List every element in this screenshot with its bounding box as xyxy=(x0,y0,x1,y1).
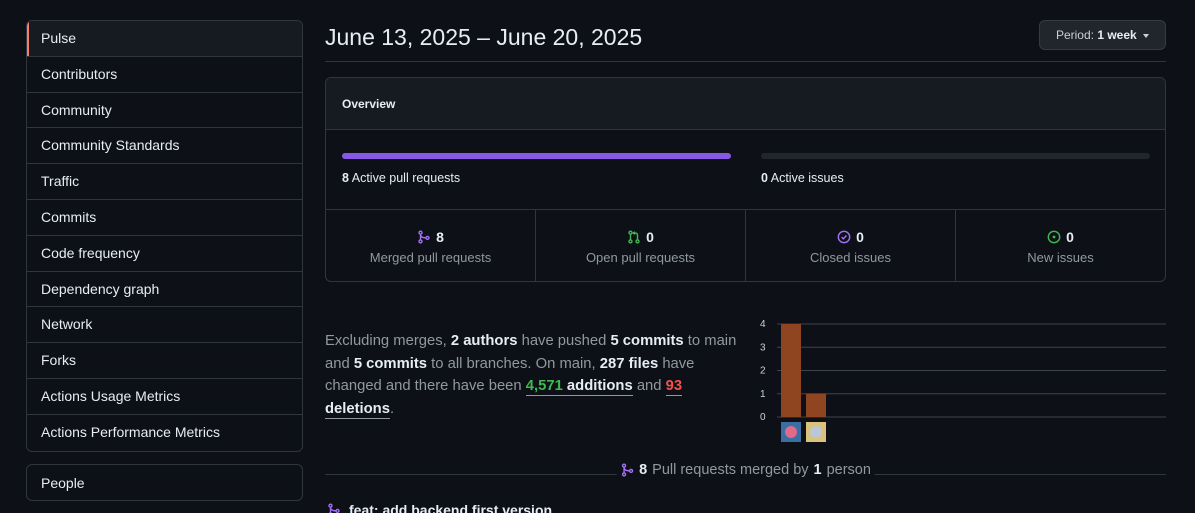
stat-open-prs[interactable]: 0 Open pull requests xyxy=(536,210,746,281)
summary-text: Excluding merges, xyxy=(325,333,447,349)
period-dropdown-button[interactable]: Period: 1 week xyxy=(1039,20,1166,50)
merged-count: 8 xyxy=(639,462,648,478)
overview-title: Overview xyxy=(326,78,1165,130)
chart-bar[interactable] xyxy=(781,324,801,417)
page-title: June 13, 2025 – June 20, 2025 xyxy=(325,24,643,50)
sidebar-item-community-standards[interactable]: Community Standards xyxy=(27,128,302,165)
sidebar-item-actions-performance-metrics[interactable]: Actions Performance Metrics xyxy=(27,415,302,451)
files-count: 287 files xyxy=(599,355,659,372)
insights-sidebar: Pulse Contributors Community Community Stan… xyxy=(26,20,303,452)
merge-icon xyxy=(418,230,430,244)
authors-count: 2 authors xyxy=(450,333,518,349)
active-prs-bar-fill xyxy=(342,153,731,159)
chart-y-tick-label: 4 xyxy=(760,319,766,330)
chart-bar[interactable] xyxy=(806,393,826,417)
closed-issues-count: 0 xyxy=(856,229,864,245)
summary-text: . xyxy=(389,400,395,417)
chart-y-tick-label: 0 xyxy=(760,412,766,423)
sidebar-item-pulse[interactable]: Pulse xyxy=(27,21,302,57)
avatar-image xyxy=(810,426,822,438)
chart-y-tick-label: 3 xyxy=(760,342,766,353)
chart-y-tick-label: 1 xyxy=(760,389,766,400)
merge-icon xyxy=(328,503,340,513)
active-issues-count: 0 xyxy=(761,171,768,185)
open-prs-count: 0 xyxy=(646,229,654,245)
sidebar-item-commits[interactable]: Commits xyxy=(27,200,302,236)
person-text: person xyxy=(826,462,871,478)
commit-summary: Excluding merges, 2 authors have pushed … xyxy=(325,330,740,420)
merged-prs-count: 8 xyxy=(436,229,444,245)
active-issues-label: Active issues xyxy=(770,171,844,185)
stat-new-issues[interactable]: 0 New issues xyxy=(956,210,1165,281)
active-issues-bar xyxy=(761,153,1150,159)
pull-request-item[interactable]: feat: add backend first version xyxy=(327,502,552,513)
open-pr-icon xyxy=(628,230,640,244)
sidebar-item-forks[interactable]: Forks xyxy=(27,343,302,379)
caret-down-icon xyxy=(1143,33,1150,38)
merged-by-text: Pull requests merged by xyxy=(652,462,809,478)
period-label: Period: xyxy=(1055,28,1094,42)
pull-request-title[interactable]: feat: add backend first version xyxy=(349,502,552,513)
commits-main-count: 5 commits xyxy=(610,333,684,349)
contributors-commit-chart: 0 1 2 3 4 xyxy=(760,319,1166,442)
pull-requests-divider: 8 Pull requests merged by 1 person xyxy=(325,462,1166,482)
chart-y-tick-label: 2 xyxy=(760,366,766,377)
overview-panel: Overview 8 Active pull requests 0 Active… xyxy=(325,77,1166,282)
pull-requests-heading: 8 Pull requests merged by 1 person xyxy=(616,462,875,478)
contributor-avatar[interactable] xyxy=(781,422,801,442)
active-issues-summary[interactable]: 0 Active issues xyxy=(761,171,844,185)
merge-icon xyxy=(621,463,633,477)
additions-link[interactable]: 4,571 additions xyxy=(525,378,633,396)
additions-count: 4,571 xyxy=(525,378,563,394)
contributor-avatar[interactable] xyxy=(806,422,826,442)
stat-closed-issues[interactable]: 0 Closed issues xyxy=(746,210,956,281)
header-divider xyxy=(325,61,1166,62)
sidebar-item-dependency-graph[interactable]: Dependency graph xyxy=(27,272,302,308)
active-prs-label: Active pull requests xyxy=(351,171,461,185)
sidebar-item-contributors[interactable]: Contributors xyxy=(27,57,302,93)
sidebar-item-actions-usage-metrics[interactable]: Actions Usage Metrics xyxy=(27,379,302,415)
merged-prs-label: Merged pull requests xyxy=(369,250,492,265)
open-prs-label: Open pull requests xyxy=(585,250,696,265)
new-issue-icon xyxy=(1047,230,1061,244)
commits-all-count: 5 commits xyxy=(353,355,428,372)
deletions-count: 93 xyxy=(665,378,683,394)
summary-text: and xyxy=(636,378,662,394)
closed-issue-icon xyxy=(837,230,851,244)
people-count: 1 xyxy=(813,462,822,478)
sidebar-item-network[interactable]: Network xyxy=(27,307,302,344)
summary-text: have pushed xyxy=(521,333,607,349)
new-issues-count: 0 xyxy=(1066,229,1074,245)
sidebar-item-people[interactable]: People xyxy=(26,464,303,501)
additions-word: additions xyxy=(566,378,633,394)
period-value: 1 week xyxy=(1097,28,1137,42)
closed-issues-label: Closed issues xyxy=(810,250,891,265)
avatar-image xyxy=(785,426,797,438)
sidebar-item-code-frequency[interactable]: Code frequency xyxy=(27,236,302,272)
sidebar-item-traffic[interactable]: Traffic xyxy=(27,164,302,200)
deletions-word: deletions xyxy=(325,400,390,417)
new-issues-label: New issues xyxy=(1027,250,1094,265)
active-prs-summary[interactable]: 8 Active pull requests xyxy=(342,171,460,185)
active-prs-count: 8 xyxy=(342,171,349,185)
stat-merged-prs[interactable]: 8 Merged pull requests xyxy=(326,210,536,281)
sidebar-item-community[interactable]: Community xyxy=(27,93,302,129)
active-prs-bar xyxy=(342,153,731,159)
summary-text: to all branches. On main, xyxy=(431,355,596,372)
overview-stats-row: 8 Merged pull requests 0 Open pull reque… xyxy=(326,209,1165,281)
